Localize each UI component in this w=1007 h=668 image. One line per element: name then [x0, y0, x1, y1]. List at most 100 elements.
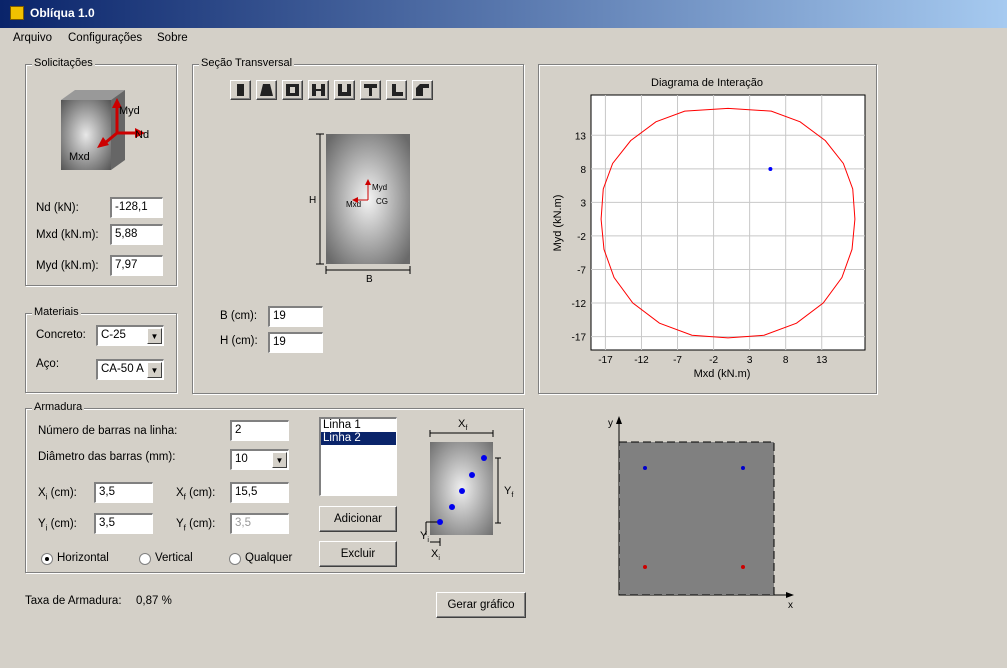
horizontal-radio[interactable]	[41, 553, 53, 565]
xi-label: Xi (cm):	[38, 487, 77, 502]
chart-y-tick-label: -2	[577, 232, 586, 243]
menu-sobre[interactable]: Sobre	[157, 32, 188, 44]
interaction-diagram-chart: -17 -12 -7 -2 3 8 13 13 8 3 -2 -7 -12 -17 Diagrama de …	[552, 77, 866, 380]
concreto-select[interactable]: C-25 ▼	[96, 325, 164, 346]
solicitacoes-title: Solicitações	[32, 57, 95, 69]
vertical-label: Vertical	[155, 552, 193, 564]
concreto-label: Concreto:	[36, 329, 86, 341]
plot-x-label: x	[788, 600, 793, 611]
shape-h-button[interactable]	[308, 80, 329, 100]
qualquer-label: Qualquer	[245, 552, 293, 564]
chart-ylabel: Myd (kN.m)	[552, 195, 564, 252]
shape-hollow-button[interactable]	[282, 80, 303, 100]
chart-y-tick-label: -7	[577, 265, 586, 276]
yf-input: 3,5	[230, 513, 289, 534]
concreto-value: C-25	[101, 329, 126, 341]
armadura-title: Armadura	[32, 401, 85, 413]
section-myd-label: Myd	[372, 183, 387, 192]
nbarras-input[interactable]: 2	[230, 420, 289, 441]
window-title: Oblíqua 1.0	[30, 6, 95, 20]
diametro-value: 10	[235, 453, 248, 465]
diametro-label: Diâmetro das barras (mm):	[38, 451, 176, 463]
list-item-selected[interactable]: Linha 2	[321, 432, 396, 445]
adicionar-button[interactable]: Adicionar	[319, 506, 397, 532]
section-reinforcement-plot: y x	[608, 416, 794, 611]
diametro-select[interactable]: 10 ▼	[230, 449, 289, 470]
chart-x-tick-label: -7	[673, 355, 682, 366]
taxa-label: Taxa de Armadura:	[25, 595, 122, 607]
mxd-arrow-label: Mxd	[69, 151, 90, 163]
chart-point	[768, 167, 773, 172]
materiais-title: Materiais	[32, 306, 81, 318]
myd-label: Myd (kN.m):	[36, 260, 99, 272]
xi-input[interactable]: 3,5	[94, 482, 153, 503]
mxd-label: Mxd (kN.m):	[36, 229, 99, 241]
diagram-xf-label: Xf	[458, 418, 467, 432]
chart-x-tick-label: -17	[598, 355, 613, 366]
chart-x-tick-label: 3	[747, 355, 753, 366]
shape-rect-button[interactable]	[230, 80, 251, 100]
xf-label: Xf (cm):	[176, 487, 216, 502]
taxa-value: 0,87 %	[136, 595, 172, 607]
section-mxd-label: Mxd	[346, 200, 361, 209]
title-bar: Oblíqua 1.0	[0, 0, 1007, 28]
aco-select[interactable]: CA-50 A ▼	[96, 359, 164, 380]
b-label: B (cm):	[220, 310, 258, 322]
myd-input[interactable]: 7,97	[110, 255, 163, 276]
yi-label: Yi (cm):	[38, 518, 77, 533]
shape-t-button[interactable]	[360, 80, 381, 100]
shape-custom-button[interactable]	[412, 80, 433, 100]
rebar-dot	[741, 466, 745, 470]
chart-title: Diagrama de Interação	[651, 77, 763, 89]
aco-value: CA-50 A	[101, 363, 144, 375]
bar-placement-diagram: Xf Yf Yi Xi	[420, 418, 513, 562]
chart-x-tick-label: 8	[783, 355, 789, 366]
menu-configuracoes[interactable]: Configurações	[68, 32, 142, 44]
diagram-yi-label: Yi	[420, 530, 429, 544]
rebar-dot	[643, 565, 647, 569]
section-h-label: H	[309, 195, 316, 206]
diagram-yf-label: Yf	[504, 485, 513, 499]
yf-label: Yf (cm):	[176, 518, 216, 533]
chevron-down-icon[interactable]: ▼	[147, 328, 162, 344]
qualquer-radio[interactable]	[229, 553, 241, 565]
lines-listbox[interactable]: Linha 1 Linha 2	[319, 417, 397, 496]
chevron-down-icon[interactable]: ▼	[147, 362, 162, 378]
nd-input[interactable]: -128,1	[110, 197, 163, 218]
chart-x-tick-label: -12	[634, 355, 649, 366]
shape-trapezoid-button[interactable]	[256, 80, 277, 100]
chart-xlabel: Mxd (kN.m)	[694, 368, 751, 380]
app-icon	[10, 6, 24, 20]
yi-input[interactable]: 3,5	[94, 513, 153, 534]
section-cg-label: CG	[376, 197, 388, 206]
chevron-down-icon[interactable]: ▼	[272, 452, 287, 468]
xf-input[interactable]: 15,5	[230, 482, 289, 503]
solicitacoes-3d-icon: Myd Nd Mxd	[61, 90, 149, 170]
rebar-dot	[741, 565, 745, 569]
b-input[interactable]: 19	[268, 306, 323, 327]
aco-label: Aço:	[36, 358, 60, 370]
chart-x-tick-label: 13	[816, 355, 828, 366]
h-label: H (cm):	[220, 335, 258, 347]
vertical-radio[interactable]	[139, 553, 151, 565]
chart-x-tick-label: -2	[709, 355, 718, 366]
shape-u-button[interactable]	[334, 80, 355, 100]
chart-plot-area	[590, 94, 866, 351]
mxd-input[interactable]: 5,88	[110, 224, 163, 245]
excluir-button[interactable]: Excluir	[319, 541, 397, 567]
myd-arrow-label: Myd	[119, 105, 140, 117]
secao-title: Seção Transversal	[199, 57, 295, 69]
chart-y-tick-label: 8	[580, 165, 586, 176]
list-item[interactable]: Linha 1	[321, 419, 396, 432]
chart-y-tick-label: -12	[572, 299, 587, 310]
rebar-dot	[643, 466, 647, 470]
h-input[interactable]: 19	[268, 332, 323, 353]
chart-y-tick-label: -17	[572, 333, 587, 344]
menu-arquivo[interactable]: Arquivo	[13, 32, 52, 44]
nbarras-label: Número de barras na linha:	[38, 425, 178, 437]
shape-l-button[interactable]	[386, 80, 407, 100]
gerar-grafico-button[interactable]: Gerar gráfico	[436, 592, 526, 618]
nd-arrow-label: Nd	[135, 129, 149, 141]
horizontal-label: Horizontal	[57, 552, 109, 564]
section-b-label: B	[366, 274, 373, 285]
